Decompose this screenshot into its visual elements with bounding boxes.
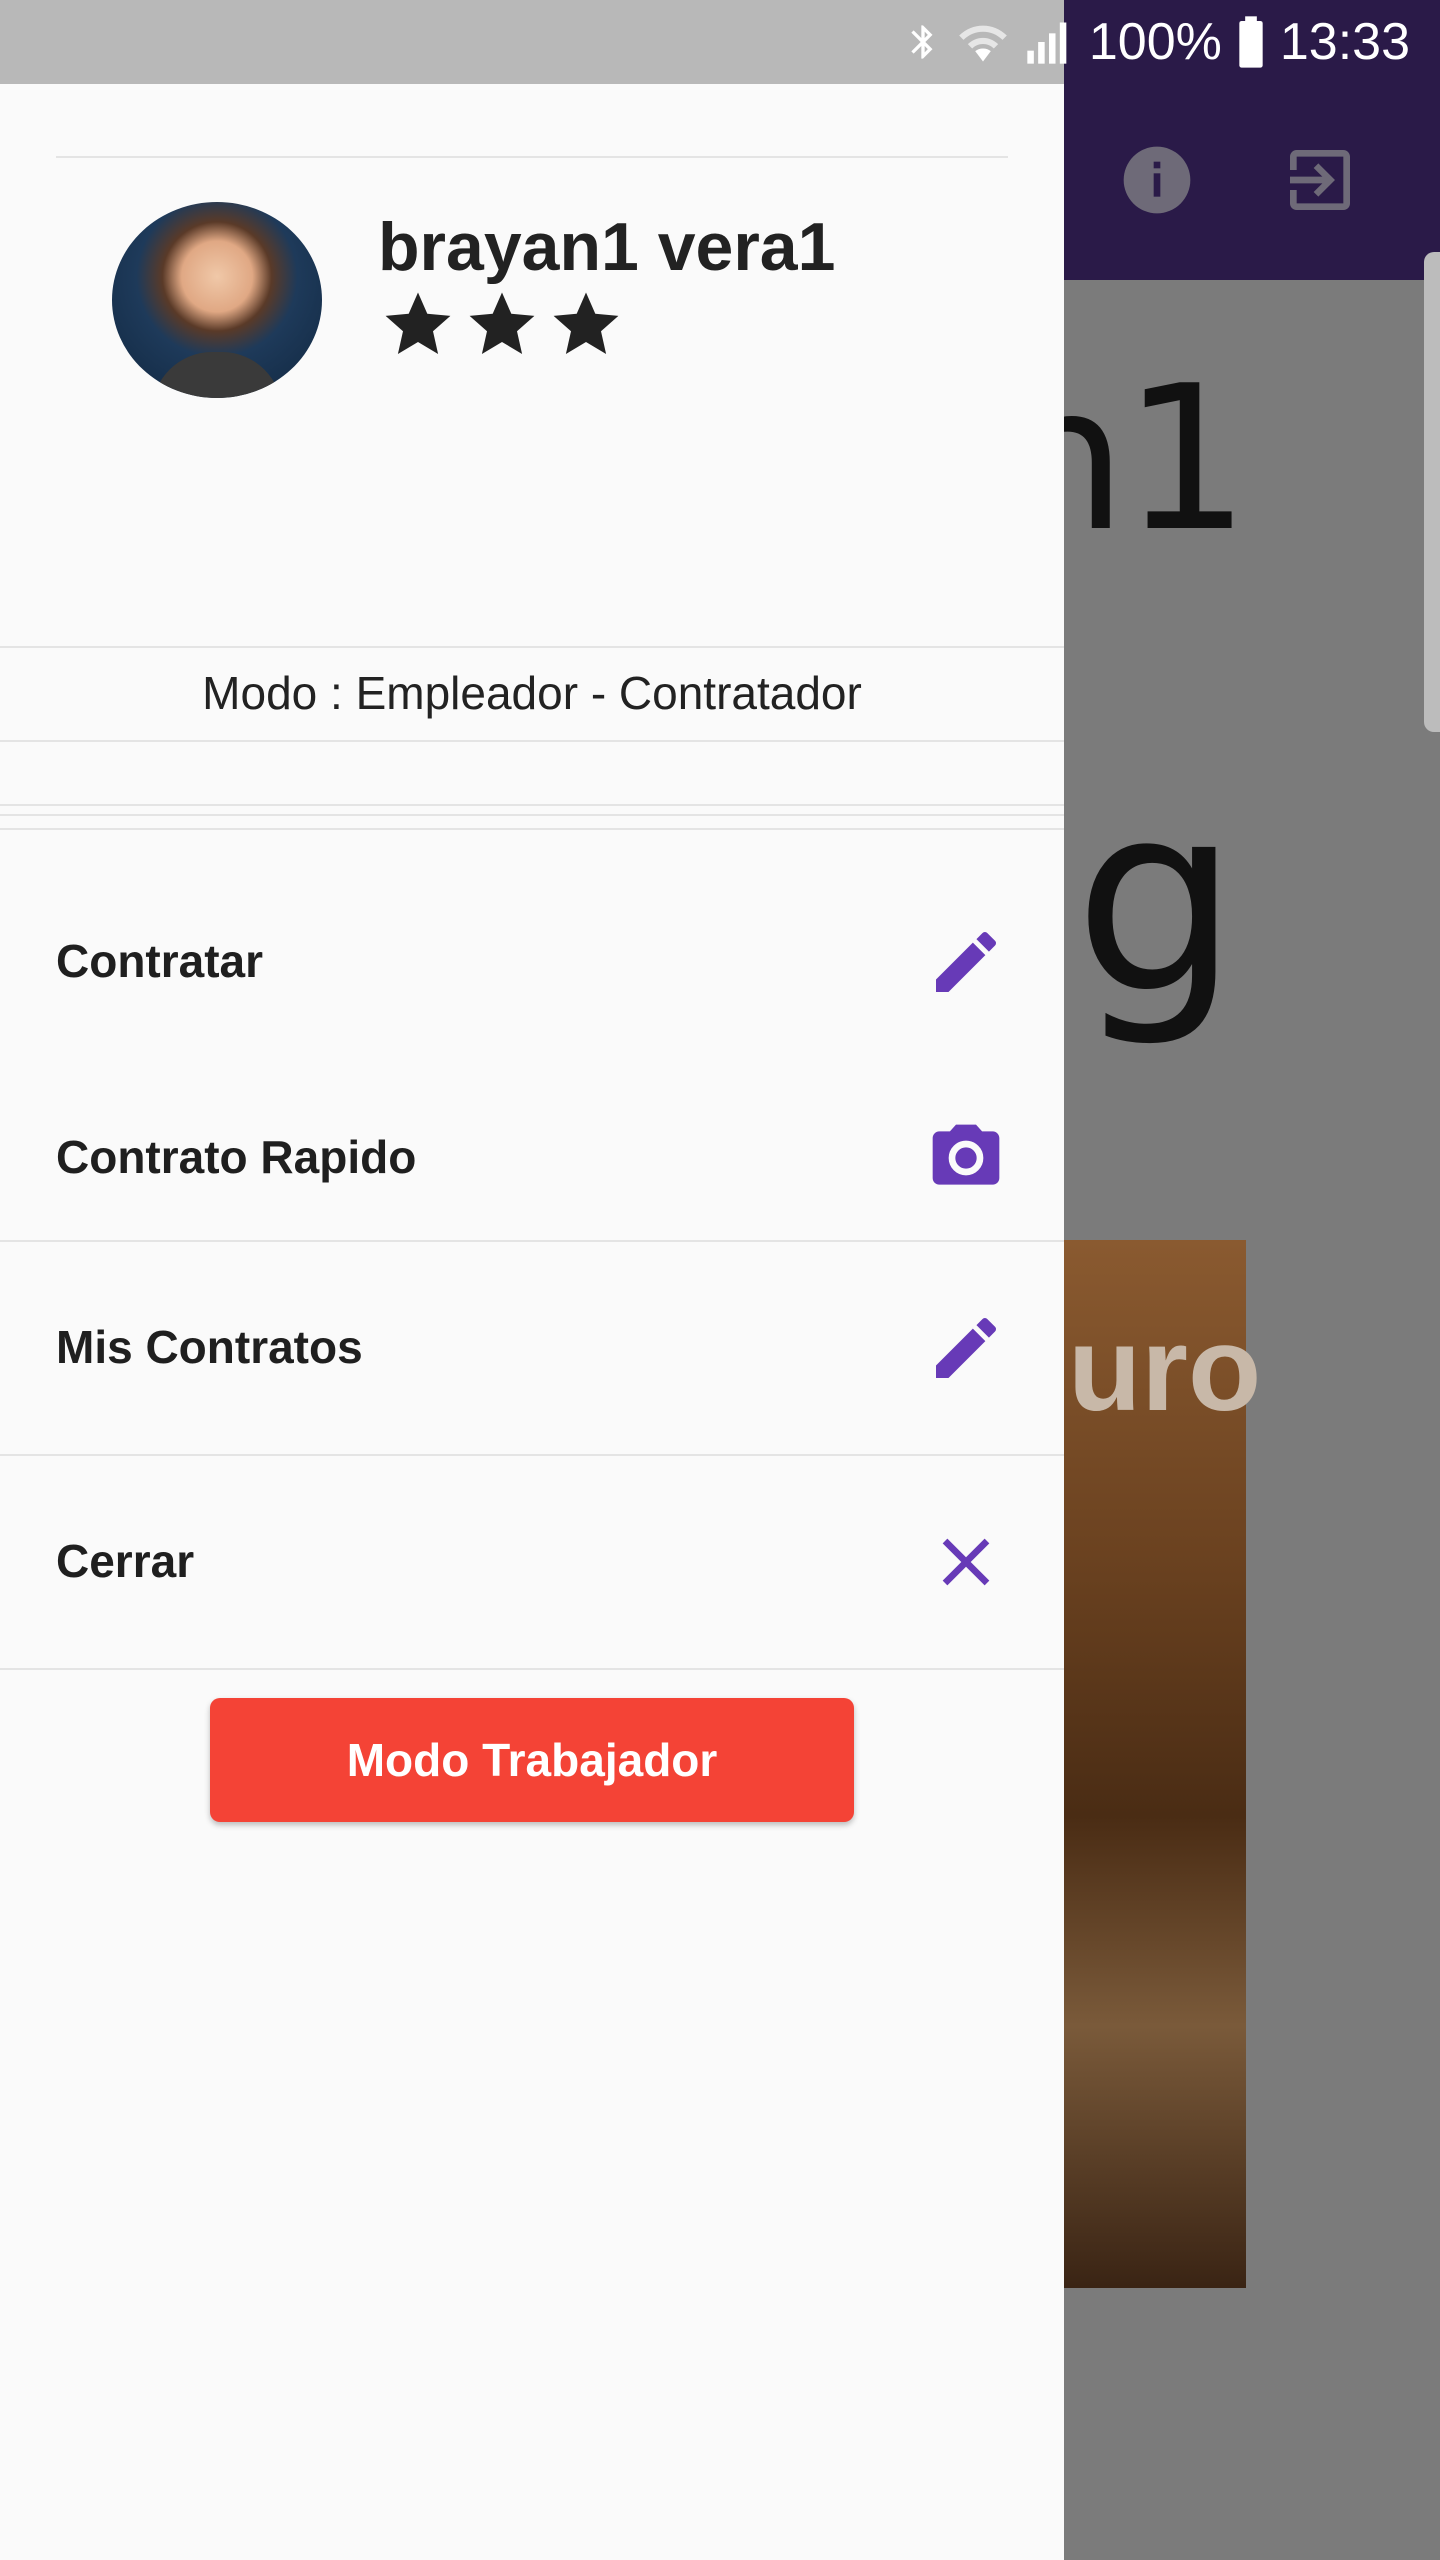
menu-item-cerrar[interactable]: Cerrar	[0, 1456, 1064, 1668]
mode-trabajador-button[interactable]: Modo Trabajador	[210, 1698, 854, 1822]
menu-item-label: Cerrar	[56, 1535, 195, 1587]
battery-icon	[1239, 16, 1263, 68]
background-card-edge	[1424, 252, 1440, 732]
menu-item-label: Mis Contratos	[56, 1321, 363, 1373]
wifi-icon	[959, 25, 1007, 62]
menu-item-contratar[interactable]: Contratar	[0, 864, 1064, 1060]
status-bar: 100% 13:33	[0, 0, 1440, 84]
star-icon	[385, 292, 451, 354]
camera-icon	[932, 1124, 1000, 1185]
star-icon	[469, 292, 535, 354]
logout-icon[interactable]	[1280, 140, 1360, 220]
star-icon	[553, 292, 619, 354]
signal-icon	[1027, 22, 1067, 64]
battery-percent: 100%	[1088, 13, 1222, 71]
divider	[0, 1668, 1064, 1670]
navigation-drawer: brayan1 vera1 Modo : Empleador - Contrat…	[0, 84, 1064, 2560]
menu-item-mis-contratos[interactable]: Mis Contratos	[0, 1242, 1064, 1454]
background-image-text: uro	[1068, 1302, 1262, 1436]
divider	[0, 740, 1064, 742]
mode-label: Modo : Empleador - Contratador	[202, 667, 862, 719]
clock: 13:33	[1279, 13, 1410, 71]
background-image: uro	[1064, 1240, 1261, 2288]
divider	[0, 814, 1064, 816]
avatar[interactable]	[112, 202, 322, 398]
background-text: g	[1074, 749, 1239, 1051]
divider	[0, 804, 1064, 806]
pencil-icon	[936, 931, 997, 992]
close-icon	[942, 1538, 990, 1586]
user-name: brayan1 vera1	[378, 209, 836, 285]
menu-item-label: Contrato Rapido	[56, 1131, 417, 1183]
avatar-shirt	[152, 352, 282, 398]
menu-item-label: Contratar	[56, 935, 264, 987]
rating-stars	[382, 288, 622, 360]
divider	[0, 828, 1064, 830]
pencil-icon	[936, 1317, 997, 1378]
menu-item-contrato-rapido[interactable]: Contrato Rapido	[0, 1060, 1064, 1256]
bluetooth-icon	[911, 25, 933, 59]
divider	[56, 156, 1008, 158]
divider	[0, 646, 1064, 648]
info-icon[interactable]	[1117, 140, 1197, 220]
